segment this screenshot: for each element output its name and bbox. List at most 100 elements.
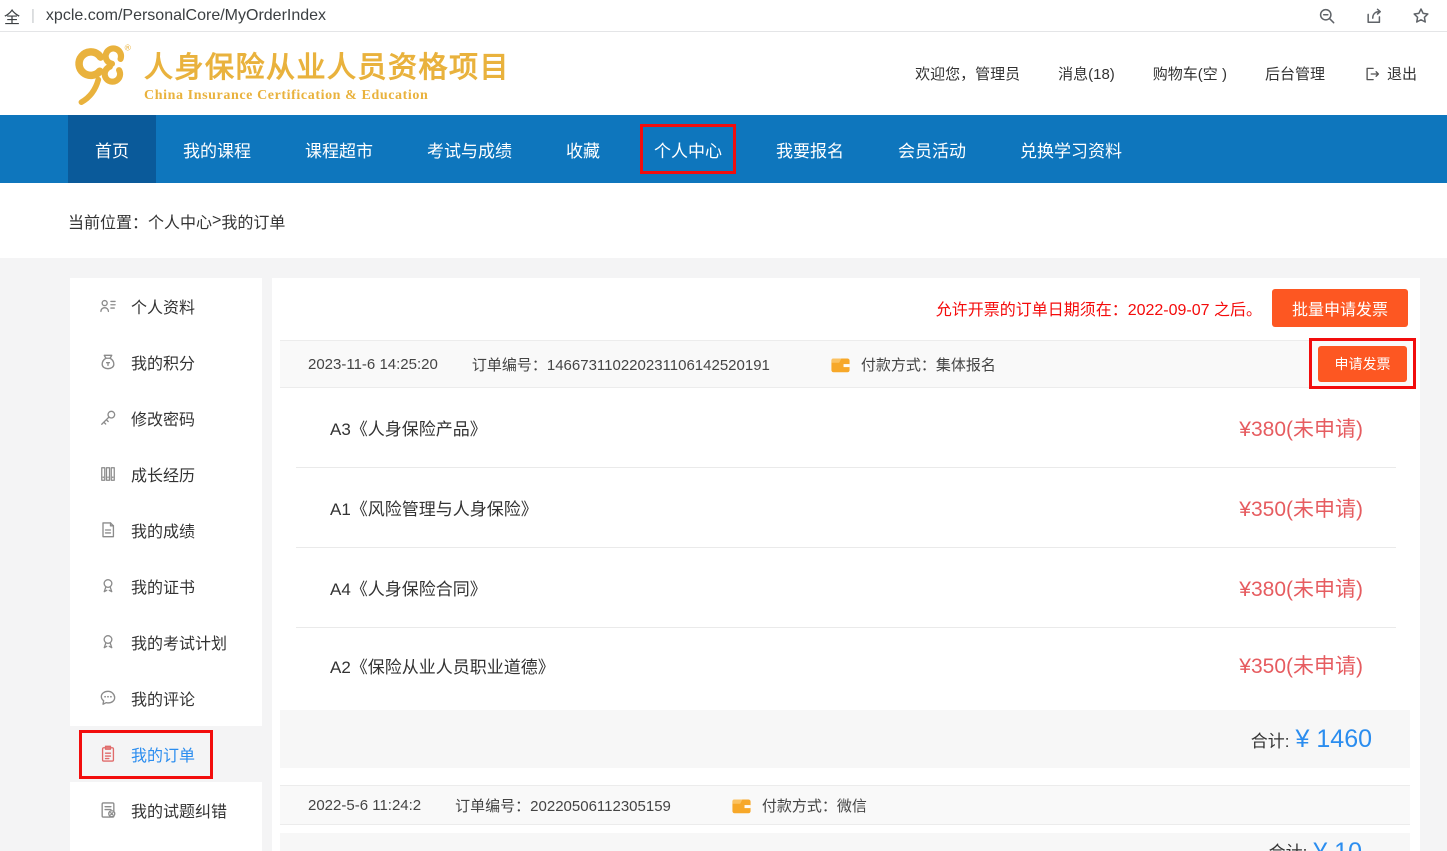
apply-invoice-button[interactable]: 申请发票 [1318,346,1407,382]
sidebar-label: 我的考试计划 [131,630,227,654]
nav-item-favorites[interactable]: 收藏 [539,115,627,183]
page: 全 | xpcle.com/PersonalCore/MyOrderIndex … [0,0,1447,851]
nav-item-member-activities[interactable]: 会员活动 [871,115,993,183]
order-item-row: A4《人身保险合同》 ¥380(未申请) [296,548,1396,628]
payment-method-text: 付款方式：集体报名 [861,354,996,375]
nav-item-exams-scores[interactable]: 考试与成绩 [400,115,539,183]
payment-label: 付款方式： [861,357,936,374]
bookmark-star-icon[interactable] [1411,6,1431,26]
order-number: 订单编号：146673110220231106142520191 [472,354,770,375]
nav-item-home[interactable]: 首页 [68,115,156,183]
sidebar-item-orders[interactable]: 我的订单 [70,726,262,782]
course-title: A3《人身保险产品》 [330,415,487,440]
money-bag-icon [98,352,118,372]
url-text[interactable]: xpcle.com/PersonalCore/MyOrderIndex [46,7,326,25]
nav-item-personal-center[interactable]: 个人中心 [627,115,749,183]
order-header: 2022-5-6 11:24:2 订单编号：20220506112305159 … [280,785,1410,825]
order-number-value: 146673110220231106142520191 [547,357,770,374]
order-total-row: 合计: ¥ 1460 [280,710,1410,768]
sidebar-item-growth-history[interactable]: 成长经历 [70,446,262,502]
order-item-row: A1《风险管理与人身保险》 ¥350(未申请) [296,468,1396,548]
order-item-row: A2《保险从业人员职业道德》 ¥350(未申请) [296,628,1396,702]
nav-item-signup[interactable]: 我要报名 [749,115,871,183]
sidebar-item-change-password[interactable]: 修改密码 [70,390,262,446]
breadcrumb-parent[interactable]: 个人中心 [148,209,212,233]
medal-icon [98,632,118,652]
order-date: 2023-11-6 14:25:20 [308,356,438,373]
course-price: ¥350(未申请) [1239,650,1363,680]
wallet-icon [830,355,851,374]
nav-item-my-courses[interactable]: 我的课程 [156,115,278,183]
archive-books-icon [98,464,118,484]
sidebar-label: 我的成绩 [131,518,195,542]
payment-method: 付款方式：微信 [731,795,867,816]
course-price: ¥350(未申请) [1239,493,1363,523]
total-value: ¥ 1460 [1296,725,1372,754]
sidebar-item-certificates[interactable]: 我的证书 [70,558,262,614]
sidebar-label: 成长经历 [131,462,195,486]
clipboard-icon [98,744,118,764]
messages-link[interactable]: 消息(18) [1058,63,1115,84]
batch-apply-invoice-button[interactable]: 批量申请发票 [1272,289,1408,327]
share-icon[interactable] [1364,6,1384,26]
nav-label: 收藏 [566,137,600,162]
course-price: ¥380(未申请) [1239,413,1363,443]
sidebar-label: 我的证书 [131,574,195,598]
order-number: 订单编号：20220506112305159 [455,795,671,816]
zoom-out-icon[interactable] [1317,6,1337,26]
sidebar-item-scores[interactable]: 我的成绩 [70,502,262,558]
nav-label: 首页 [95,137,129,162]
order-date: 2022-5-6 11:24:2 [308,797,421,814]
sidebar-item-exam-plan[interactable]: 我的考试计划 [70,614,262,670]
nav-label: 个人中心 [654,137,722,162]
sidebar-label: 我的试题纠错 [131,798,227,822]
sidebar-label: 我的积分 [131,350,195,374]
invoice-date-notice: 允许开票的订单日期须在：2022-09-07 之后。 [936,296,1262,320]
score-sheet-icon [98,520,118,540]
orders-panel: 允许开票的订单日期须在：2022-09-07 之后。 批量申请发票 2023-1… [272,278,1420,851]
nav-label: 课程超市 [305,137,373,162]
key-icon [98,408,118,428]
logo-title: 人身保险从业人员资格项目 [144,44,510,86]
sidebar-item-question-corrections[interactable]: 我的试题纠错 [70,782,262,838]
comment-icon [98,688,118,708]
address-bar[interactable]: 全 | xpcle.com/PersonalCore/MyOrderIndex [4,4,326,28]
order-total-row: 合计: ¥ 10 [280,833,1410,851]
main-nav: 首页 我的课程 课程超市 考试与成绩 收藏 个人中心 我要报名 会员活动 兑换学… [0,115,1447,183]
medal-icon [98,576,118,596]
course-title: A1《风险管理与人身保险》 [330,495,538,520]
logo-subtitle: China Insurance Certification & Educatio… [144,88,510,104]
nav-item-course-market[interactable]: 课程超市 [278,115,400,183]
sidebar-item-comments[interactable]: 我的评论 [70,670,262,726]
order-number-label: 订单编号： [455,798,530,815]
course-price: ¥380(未申请) [1239,573,1363,603]
site-header: ® 人身保险从业人员资格项目 China Insurance Certifica… [0,32,1447,115]
order-number-value: 20220506112305159 [530,798,671,815]
nav-label: 会员活动 [898,137,966,162]
breadcrumb-separator: > [212,212,221,230]
order-item-row: A3《人身保险产品》 ¥380(未申请) [296,388,1396,468]
sidebar-item-points[interactable]: 我的积分 [70,334,262,390]
url-separator: | [31,7,35,24]
logo[interactable]: ® 人身保险从业人员资格项目 China Insurance Certifica… [70,43,510,105]
total-label: 合计: [1251,727,1290,752]
cie-logo-icon: ® [70,43,136,105]
course-title: A4《人身保险合同》 [330,575,487,600]
browser-bar: 全 | xpcle.com/PersonalCore/MyOrderIndex [0,0,1447,32]
nav-label: 考试与成绩 [427,137,512,162]
sidebar: 个人资料 我的积分 修改密码 成长经历 我的成绩 我的证书 我的考试计划 我的 [70,278,262,851]
wallet-icon [731,796,752,815]
annotation-box-apply-invoice: 申请发票 [1309,338,1416,389]
invoice-notice-row: 允许开票的订单日期须在：2022-09-07 之后。 批量申请发票 [936,289,1408,327]
cart-link[interactable]: 购物车(空 ) [1153,63,1227,84]
sidebar-item-profile[interactable]: 个人资料 [70,278,262,334]
logout-icon [1363,65,1381,83]
admin-link[interactable]: 后台管理 [1265,63,1325,84]
breadcrumb-current[interactable]: 我的订单 [221,209,285,233]
sidebar-label: 我的评论 [131,686,195,710]
payment-value: 微信 [837,798,867,815]
course-title: A2《保险从业人员职业道德》 [330,653,555,678]
logout-link[interactable]: 退出 [1363,63,1417,84]
nav-item-redeem-materials[interactable]: 兑换学习资料 [993,115,1149,183]
payment-label: 付款方式： [762,798,837,815]
